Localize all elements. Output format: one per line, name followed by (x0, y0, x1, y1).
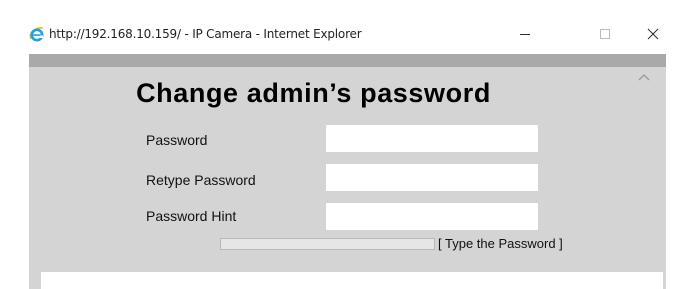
header-strip (29, 54, 666, 67)
page-title: Change admin’s password (136, 78, 491, 108)
title-bar: http://192.168.10.159/ - IP Camera - Int… (0, 0, 681, 54)
maximize-icon (600, 29, 610, 39)
lower-panel (41, 272, 663, 289)
password-strength-text: [ Type the Password ] (438, 236, 563, 251)
retype-password-label: Retype Password (146, 172, 256, 188)
chevron-up-icon (638, 74, 650, 81)
password-hint-input[interactable] (326, 203, 538, 230)
minimize-button[interactable] (505, 22, 545, 46)
close-button[interactable] (633, 22, 673, 46)
password-hint-label: Password Hint (146, 208, 237, 224)
internet-explorer-icon (29, 26, 45, 42)
minimize-icon (520, 34, 530, 35)
password-strength-bar (220, 238, 435, 250)
password-input[interactable] (326, 125, 538, 152)
close-icon (647, 28, 659, 40)
password-label: Password (146, 132, 208, 148)
maximize-button[interactable] (585, 22, 625, 46)
scrollbar-up-arrow[interactable] (636, 70, 652, 84)
window-title: http://192.168.10.159/ - IP Camera - Int… (49, 27, 362, 41)
retype-password-input[interactable] (326, 164, 538, 191)
